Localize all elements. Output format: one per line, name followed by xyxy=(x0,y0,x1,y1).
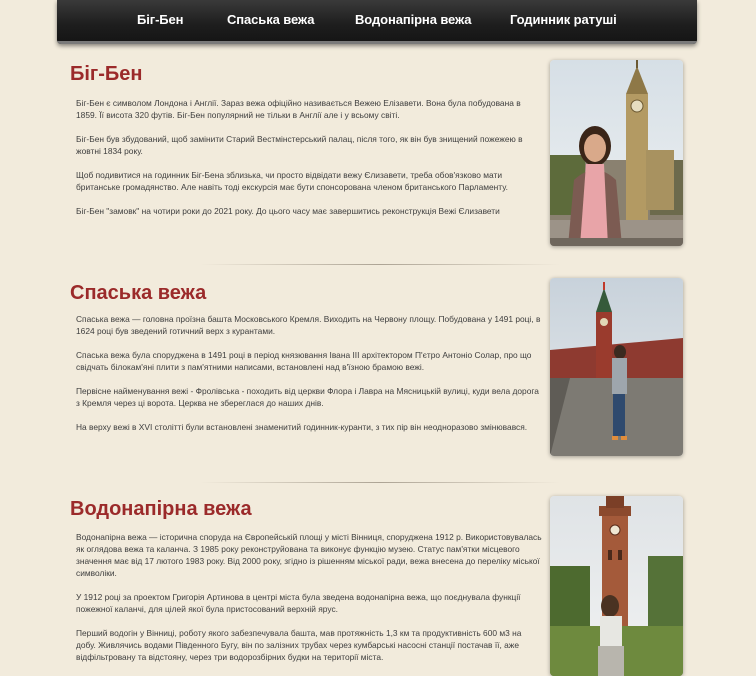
paragraph: Біг-Бен "замовк" на чотири роки до 2021 … xyxy=(76,206,500,216)
paragraph: Первісне найменування вежі - Фролівська … xyxy=(76,386,539,408)
paragraph: Спаська вежа була споруджена в 1491 році… xyxy=(76,350,532,372)
top-navigation: Біг-Бен Спаська вежа Водонапірна вежа Го… xyxy=(57,0,697,44)
nav-item-water-tower[interactable]: Водонапірна вежа xyxy=(355,12,472,27)
section-title: Спаська вежа xyxy=(70,282,207,304)
section-big-ben: Біг-Бен Біг-Бен є символом Лондона і Анг… xyxy=(70,60,683,250)
paragraph: Щоб подивитися на годинник Біг-Бена збли… xyxy=(76,170,508,192)
paragraph: Біг-Бен є символом Лондона і Англії. Зар… xyxy=(76,98,521,120)
paragraph: Біг-Бен був збудований, щоб замінити Ста… xyxy=(76,134,523,156)
paragraph: На верху вежі в XVI столітті були встано… xyxy=(76,422,528,432)
paragraph: Перший водогін у Вінниці, роботу якого з… xyxy=(76,628,522,662)
paragraph: Водонапірна вежа — історична споруда на … xyxy=(76,532,542,578)
section-divider xyxy=(200,264,560,265)
nav-item-big-ben[interactable]: Біг-Бен xyxy=(137,12,184,27)
section-title: Водонапірна вежа xyxy=(70,498,252,520)
section-spasskaya-tower: Спаська вежа Спаська вежа — головна прої… xyxy=(70,278,683,458)
big-ben-photo xyxy=(550,60,683,246)
paragraph: У 1912 році за проектом Григорія Артинов… xyxy=(76,592,521,614)
section-divider xyxy=(200,482,560,483)
section-text: Водонапірна вежа — історична споруда на … xyxy=(76,531,542,675)
nav-item-spasskaya-tower[interactable]: Спаська вежа xyxy=(227,12,314,27)
paragraph: Спаська вежа — головна проїзна башта Мос… xyxy=(76,314,541,336)
section-text: Біг-Бен є символом Лондона і Англії. Зар… xyxy=(76,97,542,229)
section-water-tower: Водонапірна вежа Водонапірна вежа — істо… xyxy=(70,496,683,676)
nav-item-town-hall-clock[interactable]: Годинник ратуші xyxy=(510,12,617,27)
water-tower-photo xyxy=(550,496,683,676)
section-title: Біг-Бен xyxy=(70,63,143,85)
section-text: Спаська вежа — головна проїзна башта Мос… xyxy=(76,313,542,445)
spasskaya-tower-photo xyxy=(550,278,683,456)
